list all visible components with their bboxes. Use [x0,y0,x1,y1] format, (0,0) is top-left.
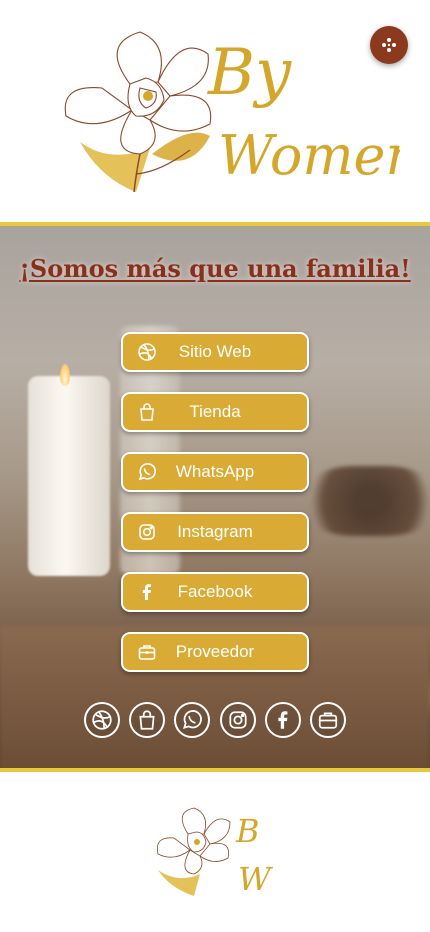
whatsapp-icon [135,460,159,484]
candle-flame [60,364,70,386]
hero-title: ¡Somos más que una familia! [19,254,411,283]
briefcase-icon [135,640,159,664]
dots-grid-icon [382,38,396,52]
whatsapp-button[interactable]: WhatsApp [121,452,309,492]
facebook-icon [278,711,288,729]
logo-women-text: Women [218,124,400,187]
sitio-web-button[interactable]: Sitio Web [121,332,309,372]
bw-logo: B W [156,807,274,898]
proveedor-button[interactable]: Proveedor [121,632,309,672]
briefcase-icon [318,712,338,729]
button-label: Facebook [177,582,253,601]
button-label: Sitio Web [178,342,252,361]
footer: B W [0,772,430,932]
shopping-bag-icon [139,710,155,730]
button-label: Instagram [177,522,253,541]
facebook-button[interactable]: Facebook [121,572,309,612]
social-proveedor-link[interactable] [309,702,346,738]
button-label: Proveedor [175,642,255,661]
social-whatsapp-link[interactable] [174,702,211,738]
social-dribbble-link[interactable] [84,702,120,738]
background-beads [300,466,430,536]
social-shop-link[interactable] [129,702,166,738]
facebook-icon [135,580,159,604]
social-instagram-link[interactable] [219,702,256,738]
dribbble-icon [135,340,159,364]
by-women-logo: By Women [64,31,400,193]
whatsapp-icon [183,710,203,730]
instagram-button[interactable]: Instagram [121,512,309,552]
instagram-icon [228,711,247,729]
background-candle [28,376,110,576]
tienda-button[interactable]: Tienda [121,392,309,432]
logo-b-initial: B [235,812,260,850]
header: By Women [0,0,430,222]
dribbble-icon [92,710,112,730]
instagram-icon [135,520,159,544]
logo-w-initial: W [238,860,274,898]
social-icons-row [84,702,346,742]
hero-section: ¡Somos más que una familia! Sitio Web Ti… [0,222,430,772]
menu-button[interactable] [370,26,408,64]
social-facebook-link[interactable] [264,702,301,738]
button-label: WhatsApp [175,462,255,481]
logo-by-text: By [207,36,292,110]
button-label: Tienda [189,402,241,421]
shopping-bag-icon [135,400,159,424]
